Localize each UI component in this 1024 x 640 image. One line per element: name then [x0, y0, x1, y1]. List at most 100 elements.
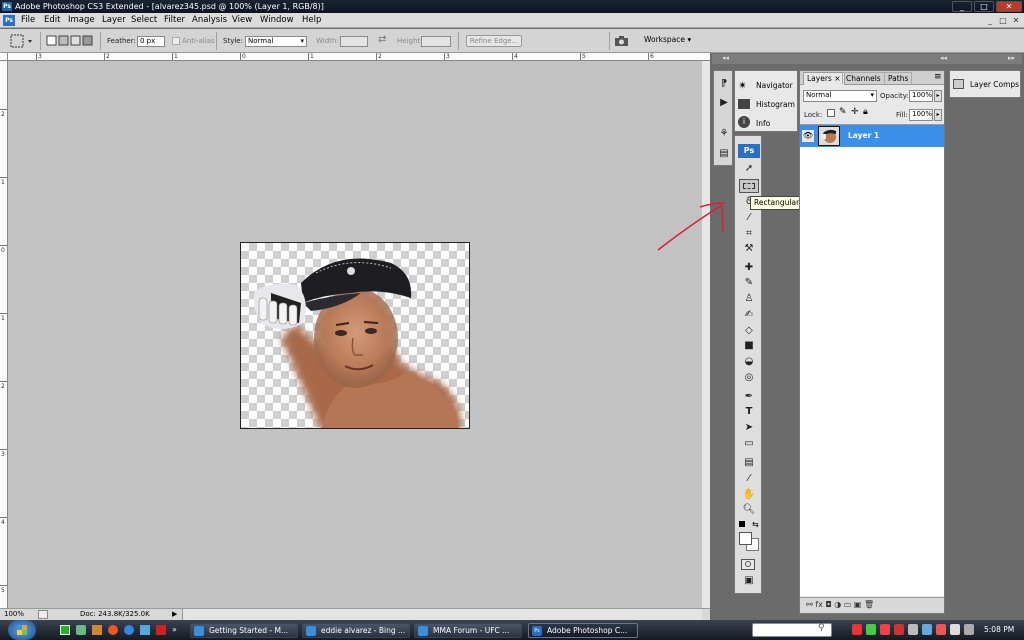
histogram-icon[interactable]	[738, 99, 750, 109]
maximize-button[interactable]: □	[974, 1, 994, 12]
quick-mask-icon[interactable]	[741, 559, 755, 570]
dodge-tool-icon[interactable]: ◎	[739, 371, 759, 385]
visibility-eye-icon[interactable]: 👁︎	[802, 130, 814, 142]
doc-close-button[interactable]: ✕	[1010, 16, 1022, 25]
quick-launch-icon[interactable]	[124, 625, 134, 635]
tool-presets-icon[interactable]: ▤	[714, 147, 734, 161]
palette-well-icon[interactable]	[614, 35, 630, 47]
anti-alias-checkbox[interactable]	[172, 37, 180, 45]
swap-colors-icon[interactable]: ⇆	[752, 520, 759, 529]
layer-row-selected[interactable]: 👁︎ Layer 1	[800, 125, 944, 147]
ps-menu-logo[interactable]: Ps	[3, 15, 15, 26]
tab-channels[interactable]: Channels	[842, 72, 885, 84]
type-tool-icon[interactable]: T	[739, 405, 759, 419]
taskbar-item-ie-bing[interactable]: eddie alvarez - Bing ...	[302, 623, 410, 638]
healing-brush-tool-icon[interactable]: ✚	[739, 261, 759, 275]
info-panel-button[interactable]: Info	[756, 119, 770, 128]
screen-mode-icon[interactable]: ▣	[739, 574, 759, 588]
hand-tool-icon[interactable]: ✋	[739, 488, 759, 502]
quick-launch-icon[interactable]	[76, 625, 86, 635]
document-canvas[interactable]	[240, 242, 470, 429]
path-selection-tool-icon[interactable]: ➤	[739, 421, 759, 435]
clone-stamp-tool-icon[interactable]: ♙	[739, 292, 759, 306]
selection-mode-icons[interactable]	[46, 35, 94, 47]
swap-dimensions-icon[interactable]: ⇄	[378, 34, 386, 45]
refine-edge-button[interactable]: Refine Edge...	[466, 35, 522, 47]
collapse-icon[interactable]: ◂◂	[940, 54, 947, 62]
tab-paths[interactable]: Paths	[884, 72, 913, 84]
history-brush-tool-icon[interactable]: ✍	[739, 308, 759, 322]
opacity-slider-arrow-icon[interactable]: ▸	[934, 90, 942, 102]
network-icon[interactable]	[950, 624, 960, 635]
quick-launch-icon[interactable]	[60, 625, 70, 635]
layer-name[interactable]: Layer 1	[848, 131, 879, 140]
gradient-tool-icon[interactable]: ■	[739, 339, 759, 353]
style-select[interactable]: Normal ▾	[245, 36, 307, 47]
doc-minimize-button[interactable]: _	[984, 16, 996, 25]
navigator-icon[interactable]: ✴	[738, 79, 747, 92]
vertical-ruler[interactable]: 2 1 0 1 2 3 4 5	[0, 61, 8, 608]
menu-select[interactable]: Select	[131, 15, 157, 25]
menu-file[interactable]: File	[21, 15, 35, 25]
default-colors-icon[interactable]	[739, 521, 745, 527]
blur-tool-icon[interactable]: ◒	[739, 355, 759, 369]
tray-icon[interactable]	[936, 624, 946, 635]
lock-all-icon[interactable]: 🔒︎	[863, 107, 868, 117]
ruler-origin[interactable]	[0, 53, 8, 61]
menu-view[interactable]: View	[232, 15, 252, 25]
vertical-scrollbar[interactable]	[702, 61, 710, 608]
lock-position-icon[interactable]: ✛	[851, 107, 859, 117]
zoom-icon[interactable]	[38, 610, 48, 619]
layers-panel-footer-icons[interactable]: ⚯ fx ◘ ◑ ▭ ▣ 🗑	[800, 597, 944, 613]
zoom-tool-icon[interactable]: 🔍︎	[739, 503, 759, 517]
navigator-panel-button[interactable]: Navigator	[756, 81, 793, 90]
eyedropper-tool-icon[interactable]: ⁄	[739, 472, 759, 486]
volume-icon[interactable]	[964, 624, 974, 635]
ps-tools-logo[interactable]: Ps	[738, 144, 760, 158]
menu-analysis[interactable]: Analysis	[192, 15, 227, 25]
feather-input[interactable]: 0 px	[137, 36, 165, 47]
tray-icon[interactable]	[880, 624, 890, 635]
quick-launch-more-icon[interactable]: »	[172, 625, 177, 634]
tray-icon[interactable]	[894, 624, 904, 635]
actions-icon[interactable]: ▶	[714, 96, 734, 110]
horizontal-scrollbar[interactable]	[182, 609, 702, 620]
rectangular-marquee-tool-icon[interactable]	[739, 179, 759, 193]
slice-tool-icon[interactable]: ⚒	[739, 242, 759, 256]
minimize-button[interactable]: _	[952, 1, 972, 12]
marquee-tool-preset-icon[interactable]	[10, 34, 36, 48]
search-icon[interactable]: ⚲	[818, 623, 825, 633]
start-button[interactable]	[8, 620, 36, 640]
status-menu-arrow-icon[interactable]: ▶	[172, 610, 177, 618]
doc-restore-button[interactable]: □	[997, 16, 1009, 25]
blend-mode-select[interactable]: Normal ▾	[803, 90, 877, 102]
rectangle-tool-icon[interactable]: ▭	[739, 437, 759, 451]
menu-filter[interactable]: Filter	[164, 15, 185, 25]
histogram-panel-button[interactable]: Histogram	[756, 100, 795, 109]
menu-layer[interactable]: Layer	[102, 15, 126, 25]
tray-icon[interactable]	[852, 624, 862, 635]
workspace-menu[interactable]: Workspace ▾	[644, 35, 691, 44]
layer-comps-button[interactable]: Layer Comps	[970, 80, 1019, 89]
tray-icon[interactable]	[866, 624, 876, 635]
pen-tool-icon[interactable]: ✒	[739, 390, 759, 404]
menu-help[interactable]: Help	[302, 15, 321, 25]
expand-icon[interactable]: ▸▸	[1008, 54, 1015, 62]
tab-layers[interactable]: Layers ×	[803, 72, 845, 85]
crop-tool-icon[interactable]: ⌗	[739, 227, 759, 241]
width-input[interactable]	[340, 36, 368, 47]
notes-tool-icon[interactable]: ▤	[739, 456, 759, 470]
lock-image-icon[interactable]: ✎	[839, 107, 847, 117]
quick-launch-icon[interactable]	[156, 625, 166, 635]
collapse-icon[interactable]: ◂◂	[722, 54, 729, 62]
clone-source-icon[interactable]: ⚘	[714, 127, 734, 141]
taskbar-item-ie-getting-started[interactable]: Getting Started - M...	[190, 623, 298, 638]
fill-input[interactable]: 100%	[909, 109, 933, 121]
zoom-level[interactable]: 100%	[4, 610, 24, 618]
fill-slider-arrow-icon[interactable]: ▸	[934, 109, 942, 121]
opacity-input[interactable]: 100%	[909, 90, 933, 102]
menu-edit[interactable]: Edit	[44, 15, 60, 25]
taskbar-item-photoshop[interactable]: Ps Adobe Photoshop C...	[528, 623, 638, 638]
height-input[interactable]	[421, 36, 451, 47]
brushes-icon[interactable]: ⁋	[714, 77, 734, 91]
